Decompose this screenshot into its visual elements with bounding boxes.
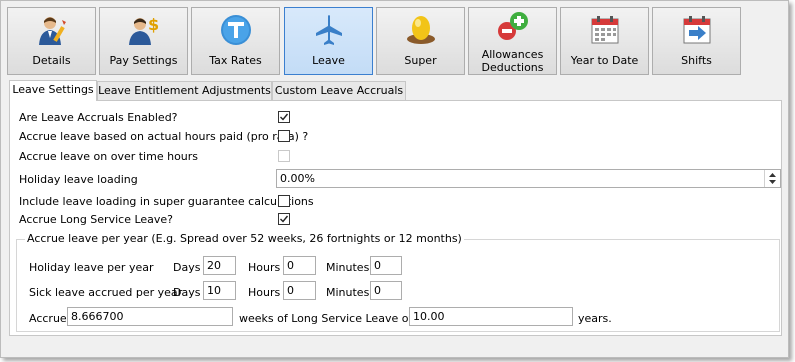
pay-settings-button[interactable]: $ Pay Settings <box>99 7 188 75</box>
pro-rata-checkbox[interactable] <box>278 130 290 142</box>
lsl-weeks-input[interactable]: 8.666700 <box>67 307 233 326</box>
holiday-hours-label: Hours <box>248 261 281 274</box>
leave-label: Leave <box>312 54 345 67</box>
sick-days-input[interactable]: 10 <box>203 281 236 300</box>
checkmark-icon <box>280 113 289 121</box>
holiday-minutes-label: Minutes <box>326 261 370 274</box>
super-guarantee-label: Include leave loading in super guarantee… <box>19 195 314 208</box>
super-guarantee-checkbox[interactable] <box>278 195 290 207</box>
details-button[interactable]: Details <box>7 7 96 75</box>
year-to-date-label: Year to Date <box>570 54 639 67</box>
pay-settings-label: Pay Settings <box>109 54 178 67</box>
overtime-label: Accrue leave on over time hours <box>19 150 199 163</box>
holiday-per-year-label: Holiday leave per year <box>29 261 154 274</box>
checkmark-icon <box>280 215 289 223</box>
tab-leave-settings[interactable]: Leave Settings <box>9 80 97 101</box>
employee-window: Details $ Pay Settings Tax Rates Leave S… <box>0 0 789 358</box>
long-service-checkbox[interactable] <box>278 213 290 225</box>
lsl-years-label: years. <box>578 312 612 325</box>
holiday-loading-label: Holiday leave loading <box>19 173 138 186</box>
accruals-enabled-label: Are Leave Accruals Enabled? <box>19 111 178 124</box>
sick-minutes-input[interactable]: 0 <box>370 281 402 300</box>
tax-t-icon <box>220 14 252 46</box>
sick-hours-input[interactable]: 0 <box>283 281 316 300</box>
tax-rates-label: Tax Rates <box>209 54 262 67</box>
calendar-icon <box>589 14 621 46</box>
holiday-days-label: Days <box>173 261 201 274</box>
holiday-hours-input[interactable]: 0 <box>283 256 316 275</box>
long-service-label: Accrue Long Service Leave? <box>19 213 174 226</box>
year-to-date-button[interactable]: Year to Date <box>560 7 649 75</box>
overtime-checkbox[interactable] <box>278 150 290 162</box>
leave-settings-panel: Are Leave Accruals Enabled? Accrue leave… <box>9 100 782 336</box>
calendar-arrow-icon <box>681 14 713 46</box>
tab-custom-leave-accruals[interactable]: Custom Leave Accruals <box>272 81 406 100</box>
pro-rata-label: Accrue leave based on actual hours paid … <box>19 130 309 143</box>
holiday-loading-input[interactable]: 0.00% <box>276 169 781 188</box>
sick-per-year-label: Sick leave accrued per year <box>29 286 183 299</box>
holiday-loading-value: 0.00% <box>280 172 315 185</box>
allowances-deductions-button[interactable]: Allowances Deductions <box>468 7 557 75</box>
allowances-deductions-label: Allowances Deductions <box>469 48 556 74</box>
lsl-accrue-label: Accrue <box>29 312 67 325</box>
plus-minus-icon <box>497 10 529 42</box>
lsl-weeks-label: weeks of Long Service Leave over <box>239 312 427 325</box>
shifts-label: Shifts <box>681 54 712 67</box>
details-label: Details <box>32 54 71 67</box>
allowances-label: Allowances <box>481 48 544 61</box>
shifts-button[interactable]: Shifts <box>652 7 741 75</box>
accrue-per-year-title: Accrue leave per year (E.g. Spread over … <box>25 232 464 245</box>
tax-rates-button[interactable]: Tax Rates <box>191 7 280 75</box>
person-edit-icon <box>36 14 68 46</box>
deductions-label: Deductions <box>481 61 544 74</box>
super-label: Super <box>404 54 437 67</box>
sick-minutes-label: Minutes <box>326 286 370 299</box>
sick-hours-label: Hours <box>248 286 281 299</box>
holiday-days-input[interactable]: 20 <box>203 256 236 275</box>
super-button[interactable]: Super <box>376 7 465 75</box>
holiday-loading-spinner[interactable] <box>764 170 780 187</box>
tab-leave-entitlement-adjustments[interactable]: Leave Entitlement Adjustments <box>97 81 272 100</box>
accrue-per-year-group: Accrue leave per year (E.g. Spread over … <box>16 232 780 332</box>
svg-text:$: $ <box>148 15 159 34</box>
sick-days-label: Days <box>173 286 201 299</box>
person-dollar-icon: $ <box>128 14 160 46</box>
leave-button[interactable]: Leave <box>284 7 373 75</box>
lsl-years-input[interactable]: 10.00 <box>409 307 573 326</box>
accruals-enabled-checkbox[interactable] <box>278 111 290 123</box>
nest-egg-icon <box>405 14 437 46</box>
airplane-icon <box>313 14 345 46</box>
holiday-minutes-input[interactable]: 0 <box>370 256 402 275</box>
spinner-arrows-icon <box>769 173 776 184</box>
